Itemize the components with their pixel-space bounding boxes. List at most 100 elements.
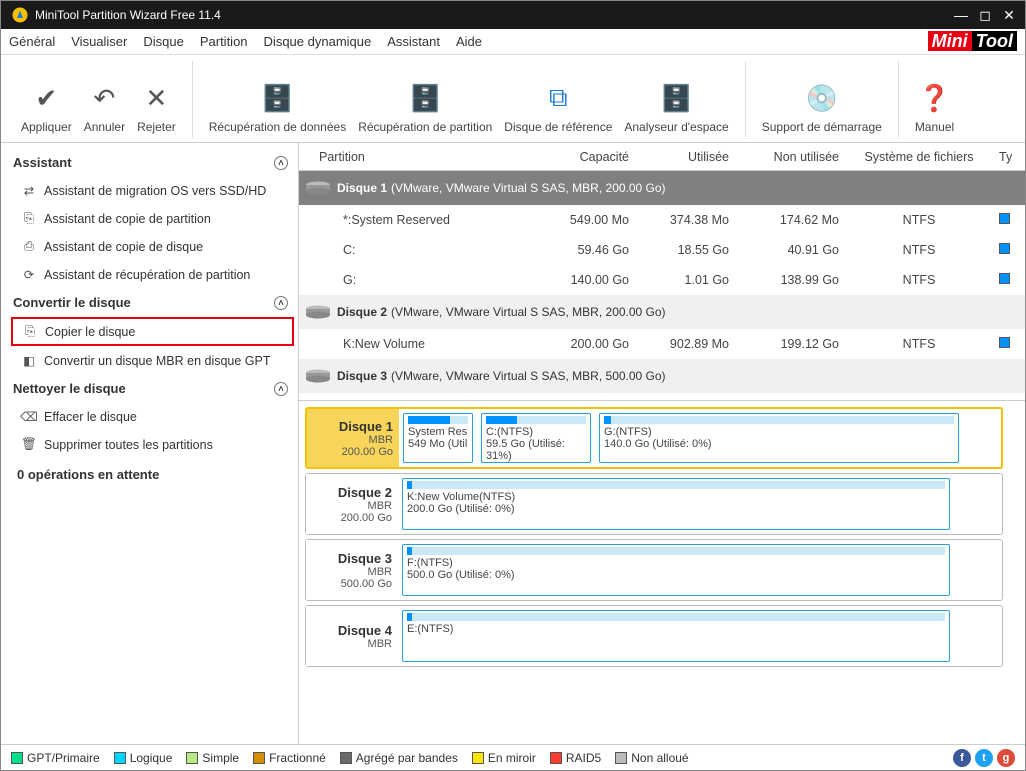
sidebar-item[interactable]: ⌫ Effacer le disque (11, 403, 294, 430)
sidebar-item[interactable]: ⟳ Assistant de récupération de partition (11, 261, 294, 288)
diagram-partition[interactable]: C:(NTFS)59.5 Go (Utilisé: 31%) (481, 413, 591, 463)
sidebar-item-label: Supprimer toutes les partitions (44, 438, 213, 452)
sidebar-item-label: Assistant de copie de disque (44, 240, 203, 254)
disk-icon (305, 181, 331, 195)
space-analyzer-button[interactable]: 🗄️Analyseur d'espace (618, 83, 734, 134)
diagram-partition[interactable]: G:(NTFS)140.0 Go (Utilisé: 0%) (599, 413, 959, 463)
manual-button[interactable]: ❓Manuel (909, 83, 960, 134)
facebook-icon[interactable]: f (953, 749, 971, 767)
window-title: MiniTool Partition Wizard Free 11.4 (35, 8, 949, 22)
partition-color-swatch (999, 273, 1010, 284)
partition-list[interactable]: Disque 1(VMware, VMware Virtual S SAS, M… (299, 171, 1025, 401)
sidebar-item-icon: ⎘ (20, 211, 38, 226)
disk-header-row[interactable]: Disque 2(VMware, VMware Virtual S SAS, M… (299, 295, 1025, 329)
social-links: f t g (953, 749, 1015, 767)
menu-visualiser[interactable]: Visualiser (71, 34, 127, 49)
disk-icon (305, 305, 331, 319)
toolbar: ✔Appliquer ↶Annuler ✕Rejeter 🗄️Récupérat… (1, 55, 1025, 143)
disk-card-label: Disque 4MBR (306, 606, 398, 666)
menu-general[interactable]: Général (9, 34, 55, 49)
legend-item: En miroir (472, 751, 536, 765)
partition-row[interactable]: G:140.00 Go1.01 Go138.99 GoNTFS (299, 265, 1025, 295)
disk-card[interactable]: Disque 1MBR200.00 GoSystem Res549 Mo (Ut… (305, 407, 1003, 469)
disk-header-row[interactable]: Disque 3(VMware, VMware Virtual S SAS, M… (299, 359, 1025, 393)
maximize-button[interactable]: ◻ (973, 7, 997, 24)
close-button[interactable]: ✕ (997, 7, 1021, 24)
chevron-up-icon: ˄ (274, 382, 288, 396)
sidebar-item[interactable]: 🗑Supprimer toutes les partitions (11, 431, 294, 458)
disk-header-row[interactable]: Disque 1(VMware, VMware Virtual S SAS, M… (299, 171, 1025, 205)
partition-row[interactable]: C:59.46 Go18.55 Go40.91 GoNTFS (299, 235, 1025, 265)
sidebar-section-header[interactable]: Assistant˄ (7, 149, 298, 176)
diagram-partition[interactable]: E:(NTFS) (402, 610, 950, 662)
sidebar-item-icon: ⌫ (20, 409, 38, 424)
twitter-icon[interactable]: t (975, 749, 993, 767)
sidebar-item-icon: ⎘ (21, 324, 39, 339)
gplus-icon[interactable]: g (997, 749, 1015, 767)
sidebar-item-label: Copier le disque (45, 325, 135, 339)
col-capacity[interactable]: Capacité (529, 150, 629, 164)
disk-card[interactable]: Disque 2MBR200.00 GoK:New Volume(NTFS)20… (305, 473, 1003, 535)
menu-assistant[interactable]: Assistant (387, 34, 440, 49)
discard-button[interactable]: ✕Rejeter (131, 83, 182, 134)
legend-item: Fractionné (253, 751, 326, 765)
disk-card-label: Disque 3MBR500.00 Go (306, 540, 398, 600)
sidebar-section-header[interactable]: Nettoyer le disque˄ (7, 375, 298, 402)
brand-logo: MiniTool (928, 31, 1017, 52)
menu-dyn[interactable]: Disque dynamique (264, 34, 372, 49)
col-fs[interactable]: Système de fichiers (839, 150, 999, 164)
sidebar-item[interactable]: ⎘ Copier le disque (11, 317, 294, 346)
chevron-up-icon: ˄ (274, 296, 288, 310)
partition-color-swatch (999, 213, 1010, 224)
data-recovery-button[interactable]: 🗄️Récupération de données (203, 83, 352, 134)
titlebar: MiniTool Partition Wizard Free 11.4 — ◻ … (1, 1, 1025, 29)
legend-item: Non alloué (615, 751, 688, 765)
app-icon (11, 6, 29, 24)
partition-row[interactable]: *:System Reserved549.00 Mo374.38 Mo174.6… (299, 205, 1025, 235)
sidebar-item-icon: ⟳ (20, 267, 38, 282)
sidebar: Assistant˄⇄Assistant de migration OS ver… (1, 143, 299, 744)
sidebar-item[interactable]: ⎙ Assistant de copie de disque (11, 233, 294, 260)
disk-icon (305, 369, 331, 383)
sidebar-item-icon: ⎙ (20, 239, 38, 254)
menu-aide[interactable]: Aide (456, 34, 482, 49)
col-type[interactable]: Ty (999, 150, 1025, 164)
sidebar-item[interactable]: ⎘Assistant de copie de partition (11, 205, 294, 232)
menu-disque[interactable]: Disque (143, 34, 183, 49)
col-partition[interactable]: Partition (319, 150, 529, 164)
sidebar-item[interactable]: ◧Convertir un disque MBR en disque GPT (11, 347, 294, 374)
diagram-partition[interactable]: System Res549 Mo (Util (403, 413, 473, 463)
benchmark-button[interactable]: ⧉Disque de référence (498, 82, 618, 134)
legend-item: RAID5 (550, 751, 601, 765)
menubar: Général Visualiser Disque Partition Disq… (1, 29, 1025, 55)
sidebar-item[interactable]: ⇄Assistant de migration OS vers SSD/HD (11, 177, 294, 204)
sidebar-item-label: Effacer le disque (44, 410, 137, 424)
diagram-partition[interactable]: K:New Volume(NTFS)200.0 Go (Utilisé: 0%) (402, 478, 950, 530)
disk-diagram-area[interactable]: Disque 1MBR200.00 GoSystem Res549 Mo (Ut… (299, 401, 1025, 744)
undo-button[interactable]: ↶Annuler (78, 83, 131, 134)
bootable-media-button[interactable]: 💿Support de démarrage (756, 83, 888, 134)
col-unused[interactable]: Non utilisée (729, 150, 839, 164)
pending-operations: 0 opérations en attente (7, 459, 298, 490)
disk-card[interactable]: Disque 3MBR500.00 GoF:(NTFS)500.0 Go (Ut… (305, 539, 1003, 601)
diagram-partition[interactable]: F:(NTFS)500.0 Go (Utilisé: 0%) (402, 544, 950, 596)
minimize-button[interactable]: — (949, 7, 973, 23)
apply-button[interactable]: ✔Appliquer (15, 83, 78, 134)
disk-card-label: Disque 1MBR200.00 Go (307, 409, 399, 467)
col-used[interactable]: Utilisée (629, 150, 729, 164)
sidebar-item-icon: ◧ (20, 353, 38, 368)
sidebar-section-header[interactable]: Convertir le disque˄ (7, 289, 298, 316)
menu-partition[interactable]: Partition (200, 34, 248, 49)
legend-item: Logique (114, 751, 173, 765)
main-area: Partition Capacité Utilisée Non utilisée… (299, 143, 1025, 744)
disk-card[interactable]: Disque 4MBRE:(NTFS) (305, 605, 1003, 667)
partition-row[interactable]: K:New Volume200.00 Go902.89 Mo199.12 GoN… (299, 329, 1025, 359)
grid-header: Partition Capacité Utilisée Non utilisée… (299, 143, 1025, 171)
sidebar-item-icon: ⇄ (20, 183, 38, 198)
partition-recovery-button[interactable]: 🗄️Récupération de partition (352, 83, 498, 134)
partition-color-swatch (999, 337, 1010, 348)
legend-item: Simple (186, 751, 239, 765)
sidebar-item-label: Assistant de récupération de partition (44, 268, 250, 282)
legend-item: GPT/Primaire (11, 751, 100, 765)
legend-bar: GPT/PrimaireLogiqueSimpleFractionnéAgrég… (1, 744, 1025, 770)
